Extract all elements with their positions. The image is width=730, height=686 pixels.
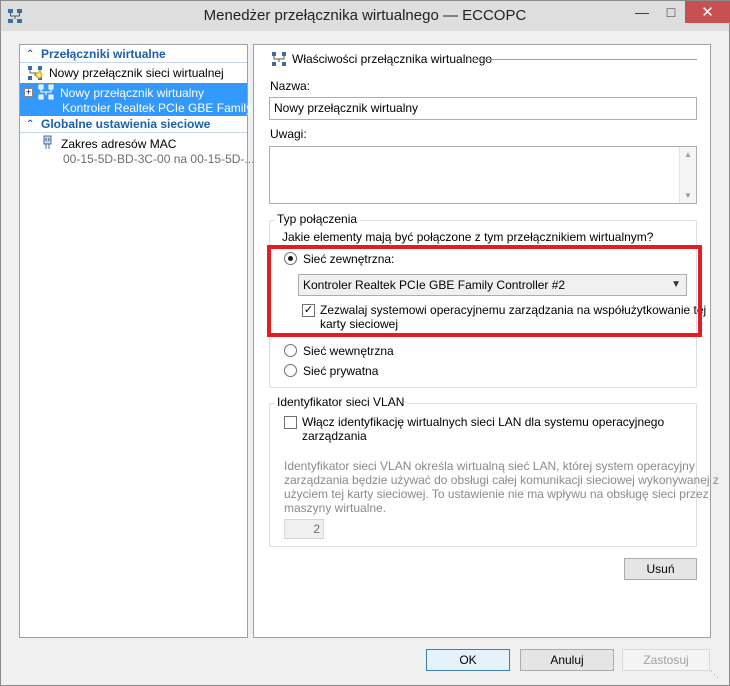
name-label: Nazwa: — [270, 79, 311, 93]
vlan-enable-label-2[interactable]: zarządzania — [302, 429, 367, 443]
private-network-radio[interactable] — [284, 364, 297, 377]
connection-question: Jakie elementy mają być połączone z tym … — [282, 230, 654, 244]
virtual-switch-manager-window: Menedżer przełącznika wirtualnego — ECCO… — [0, 0, 730, 686]
vlan-enable-checkbox[interactable] — [284, 416, 297, 429]
minimize-icon[interactable]: — — [627, 1, 657, 23]
mac-range-label: Zakres adresów MAC — [61, 137, 177, 151]
expand-icon[interactable]: + — [24, 88, 33, 97]
internal-network-label[interactable]: Sieć wewnętrzna — [303, 344, 394, 358]
section-global-network-settings[interactable]: ⌃ Globalne ustawienia sieciowe — [20, 116, 247, 133]
mac-range-value: 00-15-5D-BD-3C-00 na 00-15-5D-... — [63, 152, 255, 166]
section-virtual-switches[interactable]: ⌃ Przełączniki wirtualne — [20, 46, 247, 63]
title-bar[interactable]: Menedżer przełącznika wirtualnego — ECCO… — [1, 1, 730, 31]
vlan-group-title: Identyfikator sieci VLAN — [274, 395, 408, 409]
chevron-up-icon[interactable]: ⌃ — [26, 47, 34, 63]
new-switch-icon — [28, 66, 43, 80]
window-title: Menedżer przełącznika wirtualnego — ECCO… — [203, 7, 527, 24]
maximize-icon[interactable]: □ — [657, 1, 685, 23]
vlan-description-3: użyciem tej karty sieciowej. To ustawien… — [284, 487, 709, 501]
network-adapter-icon — [43, 135, 52, 149]
properties-pane: Właściwości przełącznika wirtualnego Naz… — [253, 44, 719, 638]
switch-tree-pane: ⌃ Przełączniki wirtualne Nowy przełączni… — [19, 44, 265, 638]
notes-scrollbar[interactable]: ▲ ▼ — [679, 147, 696, 203]
ok-button[interactable]: OK — [426, 649, 510, 671]
header-divider — [470, 59, 697, 60]
selected-switch-name: Nowy przełącznik wirtualny — [60, 86, 205, 100]
scroll-down-icon[interactable]: ▼ — [684, 191, 692, 200]
selected-switch-adapter: Kontroler Realtek PCIe GBE Family ... — [62, 101, 266, 115]
vlan-description-1: Identyfikator sieci VLAN określa wirtual… — [284, 459, 695, 473]
tree-item-new-switch[interactable]: Nowy przełącznik sieci wirtualnej — [20, 64, 247, 82]
section-global-label: Globalne ustawienia sieciowe — [41, 117, 211, 131]
vlan-description-4: maszyny wirtualne. — [284, 501, 387, 515]
properties-header: Właściwości przełącznika wirtualnego — [292, 52, 493, 66]
virtual-switch-icon — [38, 84, 54, 100]
notes-label: Uwagi: — [270, 127, 307, 141]
cancel-button[interactable]: Anuluj — [520, 649, 614, 671]
resize-grip-icon[interactable]: ⋱ — [710, 669, 720, 679]
internal-network-radio[interactable] — [284, 344, 297, 357]
scroll-up-icon[interactable]: ▲ — [684, 150, 692, 159]
connection-type-title: Typ połączenia — [274, 212, 361, 226]
section-virtual-switches-label: Przełączniki wirtualne — [41, 47, 166, 61]
vlan-enable-label-1[interactable]: Włącz identyfikację wirtualnych sieci LA… — [302, 415, 664, 429]
apply-button[interactable]: Zastosuj — [622, 649, 710, 671]
remove-button[interactable]: Usuń — [624, 558, 697, 580]
vlan-id-input[interactable]: 2 — [284, 519, 324, 539]
notes-textarea[interactable]: ▲ ▼ — [269, 146, 697, 204]
chevron-up-icon[interactable]: ⌃ — [26, 117, 34, 133]
vlan-description-2: zarządzania będzie używać do obsługi cał… — [284, 473, 719, 487]
client-area: ⌃ Przełączniki wirtualne Nowy przełączni… — [8, 31, 722, 681]
new-switch-label: Nowy przełącznik sieci wirtualnej — [49, 66, 224, 80]
virtual-switch-icon — [272, 52, 286, 66]
close-icon[interactable]: ✕ — [685, 1, 730, 23]
name-input[interactable]: Nowy przełącznik wirtualny — [269, 97, 697, 120]
private-network-label[interactable]: Sieć prywatna — [303, 364, 378, 378]
tree-item-selected-switch[interactable]: + Nowy przełącznik wirtualny Kontroler R… — [20, 83, 265, 116]
highlight-box — [267, 245, 702, 337]
tree-item-mac-range[interactable]: Zakres adresów MAC 00-15-5D-BD-3C-00 na … — [20, 134, 254, 168]
